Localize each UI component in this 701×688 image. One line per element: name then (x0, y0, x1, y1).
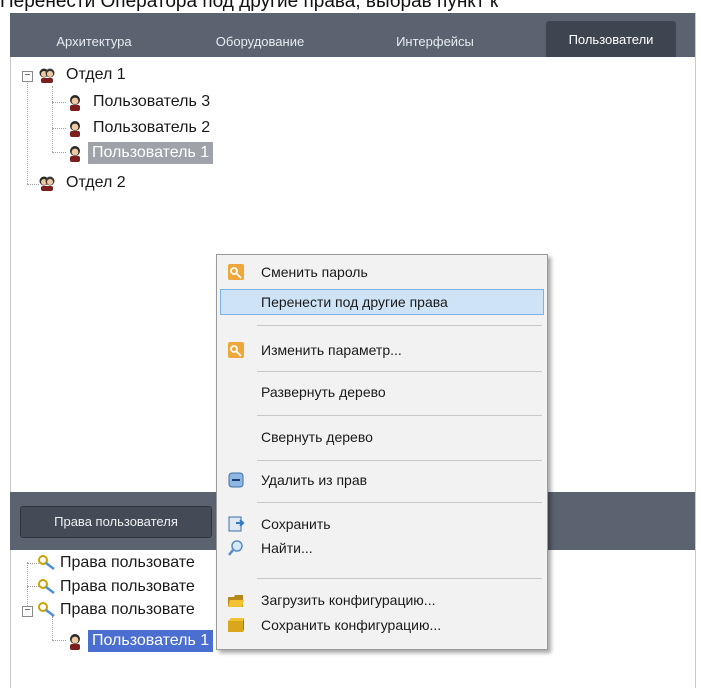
menu-separator (257, 325, 542, 326)
menu-item-label: Свернуть дерево (261, 429, 373, 445)
menu-item-label: Сохранить (261, 516, 331, 532)
menu-item-find[interactable]: Найти... (220, 535, 544, 561)
user-group-icon (39, 176, 55, 191)
menu-item-label: Перенести под другие права (261, 294, 448, 310)
folder-icon (228, 618, 244, 632)
menu-separator (257, 578, 542, 579)
menu-item-label: Сохранить конфигурацию... (261, 617, 442, 633)
menu-item-load-config[interactable]: Загрузить конфигурацию... (220, 587, 544, 613)
menu-item-expand-tree[interactable]: Развернуть дерево (220, 379, 544, 405)
user-label: Пользователь 2 (93, 119, 211, 136)
rights-label: Права пользовате (60, 554, 195, 571)
caption-text: Перенести Оператора под другие права, вы… (0, 0, 499, 12)
top-tab-bar: Архитектура Оборудование Интерфейсы Поль… (10, 13, 695, 57)
key-icon (228, 342, 244, 358)
menu-item-label: Сменить пароль (261, 264, 368, 280)
tab-architecture[interactable]: Архитектура (34, 23, 154, 57)
user-icon (70, 95, 80, 111)
menu-item-label: Изменить параметр... (261, 342, 402, 358)
search-icon (228, 540, 243, 556)
group-label: Отдел 2 (66, 174, 126, 191)
menu-item-remove-from-rights[interactable]: Удалить из прав (220, 467, 544, 493)
rights-label: Права пользовате (60, 601, 195, 618)
menu-item-label: Загрузить конфигурацию... (261, 592, 436, 608)
menu-separator (257, 460, 542, 461)
menu-item-move-rights[interactable]: Перенести под другие права (220, 289, 544, 315)
folder-open-icon (228, 595, 244, 607)
save-icon (228, 516, 245, 532)
menu-separator (257, 415, 542, 416)
user-label: Пользователь 1 (88, 630, 214, 652)
menu-item-label: Найти... (261, 540, 313, 556)
menu-item-label: Развернуть дерево (261, 384, 386, 400)
menu-item-collapse-tree[interactable]: Свернуть дерево (220, 424, 544, 450)
key-icon (228, 264, 244, 280)
user-label: Пользователь 1 (88, 142, 214, 164)
user-icon (70, 121, 80, 137)
user-label: Пользователь 3 (93, 93, 211, 110)
menu-item-save-config[interactable]: Сохранить конфигурацию... (220, 612, 544, 638)
menu-item-save[interactable]: Сохранить (220, 511, 544, 537)
menu-item-edit-parameter[interactable]: Изменить параметр... (220, 337, 544, 363)
key-icon (38, 602, 55, 617)
menu-item-change-password[interactable]: Сменить пароль (220, 259, 544, 285)
menu-separator (257, 502, 542, 503)
user-icon (70, 146, 80, 162)
menu-item-label: Удалить из прав (261, 472, 368, 488)
tab-interfaces[interactable]: Интерфейсы (375, 23, 495, 57)
tab-user-rights[interactable]: Права пользователя (20, 506, 212, 538)
collapse-toggle[interactable]: − (22, 71, 33, 82)
key-icon (38, 555, 55, 570)
remove-icon (228, 472, 244, 488)
collapse-toggle[interactable]: − (22, 606, 33, 617)
user-icon (70, 634, 80, 650)
tab-users[interactable]: Пользователи (546, 21, 676, 57)
tab-equipment[interactable]: Оборудование (200, 23, 320, 57)
rights-label: Права пользовате (60, 578, 195, 595)
menu-separator (257, 371, 542, 372)
group-label: Отдел 1 (66, 66, 126, 83)
key-icon (38, 579, 55, 594)
user-group-icon (39, 68, 55, 83)
context-menu: Сменить пароль Перенести под другие прав… (216, 254, 548, 650)
